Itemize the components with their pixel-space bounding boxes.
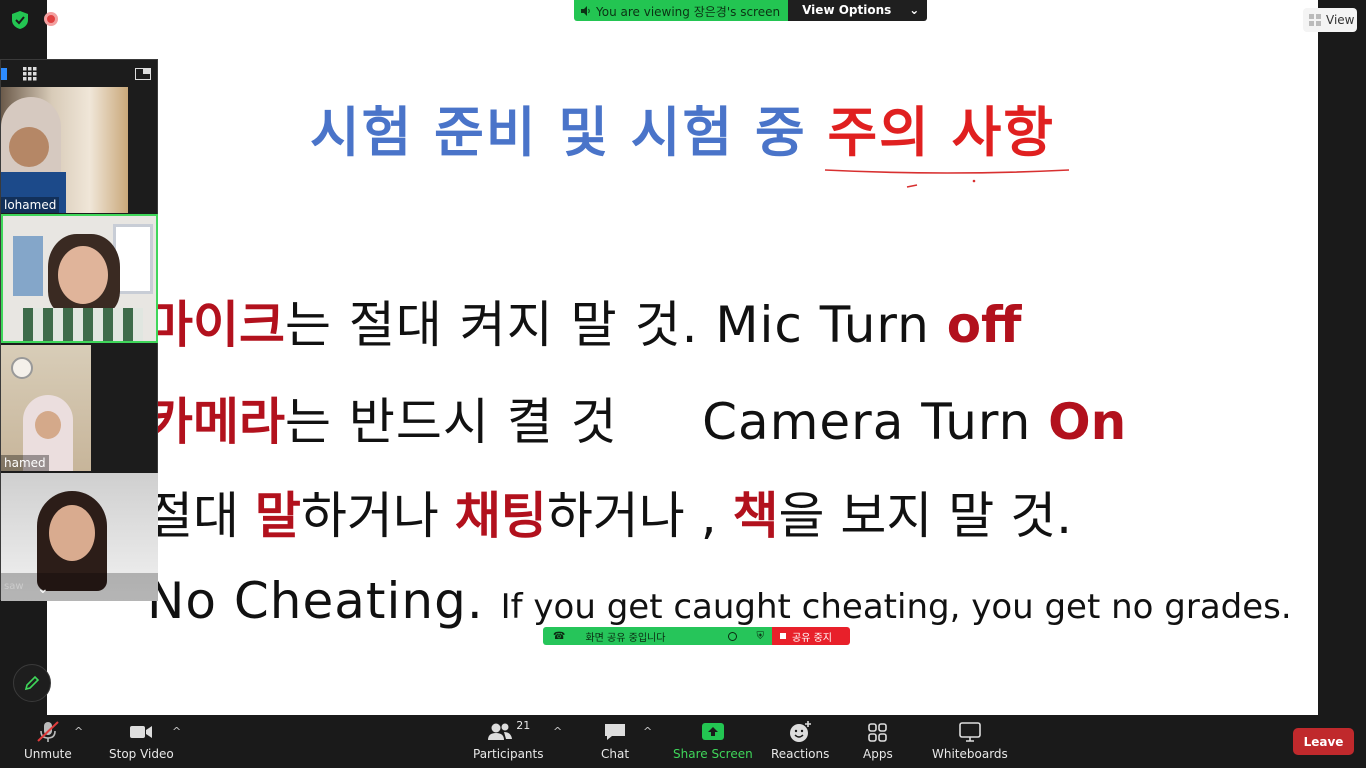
chat-label: Chat xyxy=(601,747,630,761)
video-panel-header xyxy=(1,60,157,87)
reactions-label: Reactions xyxy=(771,747,830,761)
view-options-label: View Options xyxy=(802,3,892,17)
annotate-button[interactable] xyxy=(13,664,51,702)
participant-name: saw xyxy=(4,581,24,592)
chat-options-chevron-icon[interactable]: ^ xyxy=(643,725,652,738)
apps-icon xyxy=(868,723,887,742)
viewing-banner: You are viewing 장은경's screen View Option… xyxy=(574,0,928,21)
line3-c: 하거나 xyxy=(300,487,455,545)
stop-video-button[interactable]: Stop Video xyxy=(109,719,174,761)
speaker-icon xyxy=(581,6,590,16)
slide-line-mic: 마이크는 절대 켜지 말 것. Mic Turn off xyxy=(147,285,1022,357)
participants-button[interactable]: 21 Participants xyxy=(473,719,544,761)
line3-g: 을 보지 말 것. xyxy=(778,487,1073,545)
whiteboard-icon xyxy=(959,722,981,742)
participant-tile[interactable]: saw ⌄ xyxy=(1,473,158,601)
slide-title: 시험 준비 및 시험 중 주의 사항 xyxy=(47,88,1318,167)
cheating-note: If you get caught cheating, you get no g… xyxy=(500,587,1292,627)
slide-line-no-cheating: No Cheating. If you get caught cheating,… xyxy=(147,572,1292,630)
audio-options-chevron-icon[interactable]: ^ xyxy=(74,725,83,738)
share-screen-label: Share Screen xyxy=(673,747,753,761)
line3-book: 책 xyxy=(732,487,779,545)
view-label: View xyxy=(1326,13,1355,27)
chevron-down-icon: ⌄ xyxy=(909,3,920,17)
unmute-button[interactable]: Unmute xyxy=(24,719,72,761)
camera-word: 카메라 xyxy=(147,393,285,451)
view-button[interactable]: View xyxy=(1303,8,1357,32)
reactions-button[interactable]: Reactions xyxy=(771,719,829,761)
title-part1: 시험 준비 및 시험 중 xyxy=(310,101,828,164)
pencil-icon xyxy=(24,675,40,691)
mic-rest: 는 절대 켜지 말 것. Mic Turn xyxy=(285,296,947,354)
line3-a: 절대 xyxy=(147,487,255,545)
gallery-view-icon[interactable] xyxy=(23,66,37,81)
participant-tile[interactable]: hamed xyxy=(1,345,91,471)
video-panel[interactable]: lohamed hamed saw ⌄ xyxy=(0,59,158,601)
apps-button[interactable]: Apps xyxy=(863,719,893,761)
zoom-meeting-window: 시험 준비 및 시험 중 주의 사항 마이크는 절대 켜지 말 것. Mic T… xyxy=(0,0,1366,768)
microphone-muted-icon xyxy=(37,721,59,742)
camera-rest: 는 반드시 켤 것 Camera Turn xyxy=(285,393,1049,451)
sharing-status-text: 화면 공유 중입니다 xyxy=(585,632,666,644)
line3-e: 하거나 , xyxy=(546,487,733,545)
reaction-smiley-icon xyxy=(790,721,812,742)
camera-emphasis: On xyxy=(1048,393,1127,451)
phone-icon: ☎ xyxy=(553,630,566,642)
unmute-label: Unmute xyxy=(24,747,72,761)
line3-talk: 말 xyxy=(254,487,301,545)
no-cheating: No Cheating. xyxy=(147,572,501,630)
participants-icon xyxy=(488,723,513,740)
chat-bubble-icon xyxy=(605,724,626,740)
sharing-status: ☎ 화면 공유 중입니다 ⛨ xyxy=(543,627,772,645)
participants-count: 21 xyxy=(516,719,531,732)
leave-button[interactable]: Leave xyxy=(1293,728,1354,755)
participant-tile[interactable]: lohamed xyxy=(1,87,128,213)
stop-video-label: Stop Video xyxy=(109,747,174,761)
status-dot-icon xyxy=(727,631,737,641)
stop-icon xyxy=(780,633,786,639)
mic-emphasis: off xyxy=(946,296,1022,354)
line3-chat: 채팅 xyxy=(454,487,547,545)
participants-label: Participants xyxy=(473,747,544,761)
minimize-panel-icon[interactable] xyxy=(135,67,151,80)
video-camera-icon xyxy=(130,726,153,738)
participants-options-chevron-icon[interactable]: ^ xyxy=(553,725,562,738)
grid-view-icon xyxy=(1309,14,1321,26)
participant-name: hamed xyxy=(1,455,49,471)
recording-icon[interactable] xyxy=(44,12,58,26)
title-part2: 주의 사항 xyxy=(827,101,1055,164)
meeting-toolbar: Unmute ^ Stop Video ^ 21 Participants ^ … xyxy=(0,715,1366,768)
viewing-text: You are viewing 장은경's screen xyxy=(596,5,781,19)
video-options-chevron-icon[interactable]: ^ xyxy=(172,725,181,738)
slide-line-no-talking: 절대 말하거나 채팅하거나 , 책을 보지 말 것. xyxy=(147,476,1072,548)
slide-line-camera: 카메라는 반드시 켤 것 Camera Turn On xyxy=(147,382,1126,454)
shield-icon: ⛨ xyxy=(756,630,765,642)
sharing-status-bar: ☎ 화면 공유 중입니다 ⛨ 공유 중지 xyxy=(543,627,850,645)
chevron-down-icon[interactable]: ⌄ xyxy=(37,581,49,597)
stop-share-button[interactable]: 공유 중지 xyxy=(772,627,850,645)
stop-share-label: 공유 중지 xyxy=(792,632,832,644)
speaker-view-icon[interactable] xyxy=(1,67,7,80)
apps-label: Apps xyxy=(863,747,893,761)
whiteboards-label: Whiteboards xyxy=(932,747,1008,761)
share-screen-button[interactable]: Share Screen xyxy=(673,719,753,761)
viewing-status: You are viewing 장은경's screen xyxy=(574,0,789,21)
shared-screen: 시험 준비 및 시험 중 주의 사항 마이크는 절대 켜지 말 것. Mic T… xyxy=(47,0,1318,715)
mic-word: 마이크 xyxy=(147,296,285,354)
annotation-underline xyxy=(824,169,1070,188)
share-screen-icon xyxy=(701,723,724,740)
view-options-button[interactable]: View Options ⌄ xyxy=(788,0,928,21)
participant-tile-active-speaker[interactable] xyxy=(1,214,158,343)
whiteboards-button[interactable]: Whiteboards xyxy=(932,719,1008,761)
chat-button[interactable]: Chat xyxy=(601,719,629,761)
participant-name: lohamed xyxy=(1,197,60,213)
shield-icon[interactable] xyxy=(10,10,30,30)
